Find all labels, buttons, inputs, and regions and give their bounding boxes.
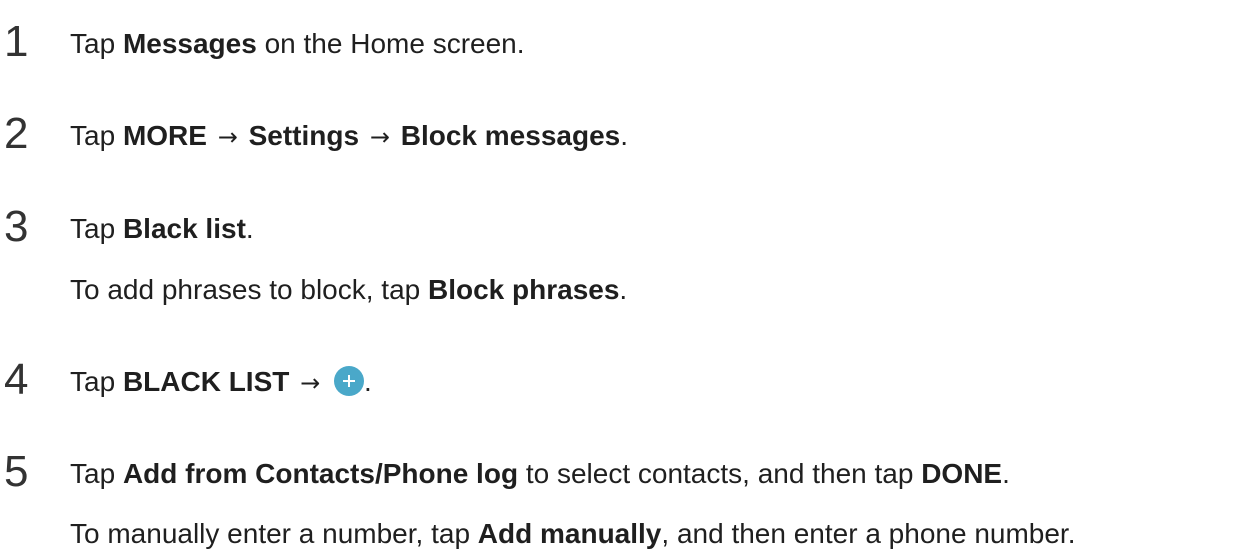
step-note: To add phrases to block, tap Block phras… <box>70 272 627 308</box>
step-line: Tap Black list. <box>70 211 254 247</box>
step-text: Tap <box>70 120 123 151</box>
ui-term: Add manually <box>477 518 662 549</box>
step-text: . <box>1002 458 1010 489</box>
step-text: Tap <box>70 458 123 489</box>
arrow-right-icon: → <box>369 123 390 151</box>
ui-term: Block phrases <box>428 274 620 305</box>
step-text: Tap <box>70 28 123 59</box>
step-line: Tap Add from Contacts/Phone log to selec… <box>70 456 1010 492</box>
step-note: To manually enter a number, tap Add manu… <box>70 516 1075 552</box>
ui-term: DONE <box>921 458 1003 489</box>
step-line: Tap MORE → Settings → Block messages. <box>70 118 628 155</box>
step-text: . <box>245 213 254 244</box>
step-number: 4 <box>4 355 29 404</box>
step-text: on the Home screen. <box>256 28 525 59</box>
ui-term: MORE <box>122 120 207 151</box>
step-number: 2 <box>4 109 29 158</box>
ui-term: Settings <box>248 120 360 151</box>
step-line: Tap BLACK LIST → . <box>70 364 372 401</box>
ui-term: Add from Contacts/Phone log <box>122 458 519 489</box>
step-text: . <box>620 120 628 151</box>
step-line: Tap Messages on the Home screen. <box>70 26 525 62</box>
instruction-page: 1 Tap Messages on the Home screen. 2 Tap… <box>0 0 1242 556</box>
step-number: 5 <box>4 447 29 496</box>
step-text: . <box>364 366 372 397</box>
step-text: To manually enter a number, tap <box>70 518 478 549</box>
step-text: , and then enter a phone number. <box>661 518 1076 549</box>
step-text: Tap <box>70 366 123 397</box>
plus-circle-icon <box>334 366 365 396</box>
step-number: 1 <box>4 17 29 66</box>
ui-term: Black list <box>122 213 246 244</box>
step-text: To add phrases to block, tap <box>70 274 428 305</box>
ui-term: Messages <box>122 28 257 59</box>
ui-term: BLACK LIST <box>122 366 290 397</box>
arrow-right-icon: → <box>217 123 238 151</box>
arrow-right-icon: → <box>300 369 321 397</box>
ui-term: Block messages <box>400 120 621 151</box>
step-text: to select contacts, and then tap <box>518 458 922 489</box>
step-text: Tap <box>70 213 123 244</box>
step-number: 3 <box>4 202 29 251</box>
step-text: . <box>619 274 628 305</box>
